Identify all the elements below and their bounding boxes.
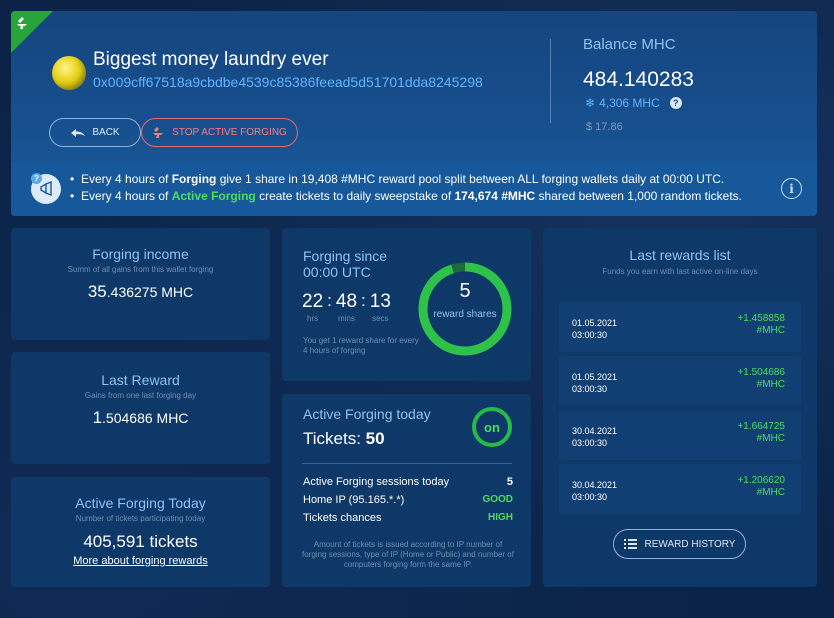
- tickets-chances-label: Tickets chances: [303, 512, 382, 524]
- frozen-balance: ❄ 4,306 MHC ?: [585, 96, 682, 110]
- back-arrow-icon: [71, 128, 86, 137]
- more-about-rewards-link[interactable]: More about forging rewards: [11, 555, 270, 567]
- last-rewards-title: Last rewards list: [629, 247, 731, 263]
- active-forging-today-title: Active Forging Today: [75, 495, 206, 511]
- forging-since-title: Forging since 00:00 UTC: [303, 248, 388, 280]
- info-banner: ? Every 4 hours of Forging give 1 share …: [11, 163, 817, 216]
- reward-shares-count: 5: [459, 280, 471, 302]
- active-forging-today-subtitle: Number of tickets participating today: [75, 514, 206, 523]
- seconds-label: secs: [372, 314, 389, 323]
- active-forging-title: Active Forging today: [303, 406, 431, 422]
- forging-on-badge: on: [472, 407, 512, 447]
- home-ip-row: Home IP (95.165.*.*) GOOD: [303, 494, 513, 506]
- last-reward-value: 1.504686 MHC: [92, 408, 189, 427]
- sessions-value: 5: [506, 476, 513, 488]
- minutes-label: mins: [338, 314, 355, 323]
- active-forging-today-panel: Active Forging Today Number of tickets p…: [11, 477, 270, 587]
- active-forging-today-detail-panel: Active Forging today Tickets: 50 on Acti…: [282, 394, 531, 587]
- reward-date: 30.04.2021 03:00:30: [572, 480, 618, 502]
- last-reward-panel: Last Reward Gains from one last forging …: [11, 352, 270, 464]
- reward-item: 30.04.2021 03:00:30 +1.206620 #MHC: [559, 464, 801, 514]
- info-question-icon: ?: [31, 173, 42, 184]
- forging-timer: 22 hrs : 48 mins : 13 secs: [302, 291, 391, 323]
- wallet-address[interactable]: 0x009cff67518a9cbdbe4539c85386feead5d517…: [93, 74, 483, 90]
- help-icon[interactable]: ?: [669, 97, 682, 109]
- info-icon[interactable]: i: [781, 178, 802, 199]
- balance-label: Balance MHC: [583, 36, 676, 53]
- reward-history-button[interactable]: REWARD HISTORY: [613, 529, 746, 559]
- wallet-avatar: [52, 56, 86, 90]
- back-label: BACK: [92, 127, 120, 138]
- sessions-label: Active Forging sessions today: [303, 476, 450, 488]
- reward-amount: +1.664725 #MHC: [737, 421, 785, 444]
- timer-seconds: 13: [369, 291, 391, 312]
- anvil-icon: [153, 126, 164, 138]
- snowflake-icon: ❄: [585, 96, 596, 110]
- forging-income-subtitle: Summ of all gains from this wallet forgi…: [67, 265, 214, 274]
- last-rewards-panel: Last rewards list Funds you earn with la…: [543, 228, 817, 587]
- reward-date: 01.05.2021 03:00:30: [572, 318, 618, 340]
- balance-value: 484.140283: [583, 68, 694, 91]
- reward-shares-label: reward shares: [433, 309, 497, 320]
- timer-separator: :: [361, 291, 366, 310]
- reward-amount: +1.504686 #MHC: [737, 367, 785, 390]
- forging-income-title: Forging income: [92, 246, 189, 262]
- home-ip-value: GOOD: [482, 494, 513, 505]
- wallet-header: Biggest money laundry ever 0x009cff67518…: [11, 11, 817, 216]
- stop-active-forging-button[interactable]: STOP ACTIVE FORGING: [141, 118, 298, 147]
- timer-minutes: 48: [335, 291, 358, 312]
- tickets-chances-row: Tickets chances HIGH: [303, 512, 513, 524]
- reward-item: 01.05.2021 03:00:30 +1.504686 #MHC: [559, 356, 801, 406]
- reward-item: 01.05.2021 03:00:30 +1.458858 #MHC: [559, 302, 801, 352]
- reward-item: 30.04.2021 03:00:30 +1.664725 #MHC: [559, 410, 801, 460]
- last-rewards-subtitle: Funds you earn with last active on-line …: [602, 267, 758, 276]
- balance-usd: $ 17.86: [586, 121, 623, 133]
- stop-forging-label: STOP ACTIVE FORGING: [172, 127, 287, 138]
- reward-amount: +1.458858 #MHC: [737, 313, 785, 336]
- forging-anvil-icon: [17, 17, 27, 29]
- last-reward-subtitle: Gains from one last forging day: [84, 391, 197, 400]
- tickets-summary: Tickets: 50: [303, 429, 385, 448]
- timer-separator: :: [327, 291, 332, 310]
- reward-date: 01.05.2021 03:00:30: [572, 372, 618, 394]
- forging-income-value: 35.436275 MHC: [87, 282, 194, 301]
- info-line-forging: Every 4 hours of Forging give 1 share in…: [70, 172, 724, 186]
- wallet-name: Biggest money laundry ever: [93, 49, 329, 70]
- back-button[interactable]: BACK: [49, 118, 141, 147]
- forging-income-panel: Forging income Summ of all gains from th…: [11, 228, 270, 340]
- list-icon: [623, 539, 637, 549]
- sessions-row: Active Forging sessions today 5: [303, 476, 513, 488]
- info-line-active-forging: Every 4 hours of Active Forging create t…: [70, 189, 742, 203]
- timer-hours: 22: [302, 291, 324, 312]
- last-reward-title: Last Reward: [101, 372, 180, 388]
- tickets-note: Amount of tickets is issued according to…: [302, 540, 514, 569]
- reward-history-label: REWARD HISTORY: [644, 538, 736, 550]
- forging-since-panel: Forging since 00:00 UTC 22 hrs : 48 mins :…: [282, 228, 531, 381]
- home-ip-label: Home IP (95.165.*.*): [303, 494, 405, 506]
- reward-amount: +1.206620 #MHC: [737, 475, 785, 498]
- tickets-chances-value: HIGH: [488, 512, 513, 523]
- tickets-count: 405,591 tickets: [83, 532, 198, 551]
- reward-date: 30.04.2021 03:00:30: [572, 426, 618, 448]
- hours-label: hrs: [307, 314, 319, 323]
- frozen-value: 4,306 MHC: [599, 96, 660, 110]
- divider: [302, 463, 512, 464]
- forging-since-note: You get 1 reward share for every 4 hours…: [303, 336, 419, 355]
- header-divider: [550, 39, 551, 123]
